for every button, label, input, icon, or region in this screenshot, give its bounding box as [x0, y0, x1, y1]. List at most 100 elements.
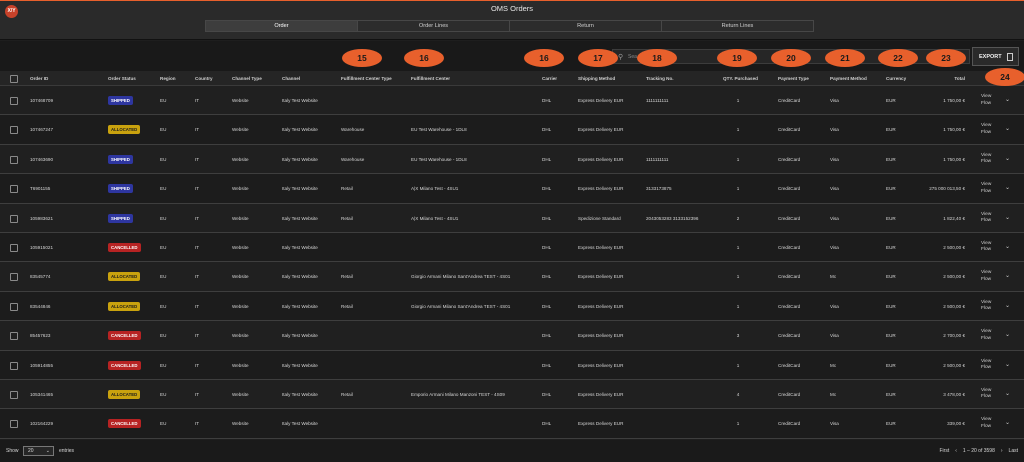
cell-payment-method: Visa — [830, 98, 839, 103]
status-badge: CANCELLED — [108, 242, 141, 252]
column-header-currency[interactable]: Currency — [886, 76, 906, 81]
column-header-country[interactable]: Country — [195, 76, 213, 81]
view-flow-link[interactable]: View Flow — [981, 359, 991, 372]
expand-chevron-icon[interactable]: ⌄ — [1005, 302, 1010, 309]
tab-return[interactable]: Return — [509, 20, 662, 32]
expand-chevron-icon[interactable]: ⌄ — [1005, 125, 1010, 132]
column-header-payment-method[interactable]: Payment Method — [830, 76, 867, 81]
table-row[interactable]: 105914855 CANCELLED EU IT Website Italy Test … — [0, 350, 1024, 380]
cell-country: IT — [195, 333, 200, 339]
cell-region: EU — [160, 421, 167, 427]
expand-chevron-icon[interactable]: ⌄ — [1005, 361, 1010, 368]
select-all-checkbox[interactable] — [10, 75, 18, 83]
view-flow-link[interactable]: View Flow — [981, 417, 991, 430]
expand-chevron-icon[interactable]: ⌄ — [1005, 390, 1010, 397]
column-header-carrier[interactable]: Carrier — [542, 76, 557, 81]
cell-region: EU — [160, 186, 167, 192]
column-header-fulfillment-center[interactable]: Fulfillment Center — [411, 76, 450, 81]
view-flow-link[interactable]: View Flow — [981, 270, 991, 283]
row-checkbox[interactable] — [10, 273, 18, 282]
view-flow-link[interactable]: View Flow — [981, 300, 991, 313]
next-page-icon[interactable]: › — [1001, 448, 1003, 454]
cell-currency: EUR — [886, 362, 896, 368]
row-checkbox[interactable] — [10, 390, 18, 399]
expand-chevron-icon[interactable]: ⌄ — [1005, 419, 1010, 426]
row-checkbox[interactable] — [10, 97, 18, 105]
column-header-channel[interactable]: Channel — [282, 76, 300, 81]
column-header-qty-purchased[interactable]: QTY. Purchased — [723, 76, 758, 81]
row-checkbox[interactable] — [10, 185, 18, 194]
table-row[interactable]: 105983621 SHIPPED EU IT Website Italy Test We… — [0, 203, 1024, 233]
table-row[interactable]: 107463690 SHIPPED EU IT Website Italy Test We… — [0, 144, 1024, 175]
last-page-link[interactable]: Last — [1009, 448, 1018, 454]
table-header: Order ID Order Status Region Country Channel… — [0, 71, 1024, 86]
cell-qty-purchased: 1 — [736, 186, 740, 192]
column-header-order-id[interactable]: Order ID — [30, 76, 48, 81]
cell-fulfillment-center-type: Retail — [341, 303, 353, 309]
table-row[interactable]: 105915021 CANCELLED EU IT Website Italy Test … — [0, 232, 1024, 263]
view-flow-link[interactable]: View Flow — [981, 123, 991, 136]
table-row[interactable]: T6901155 SHIPPED EU IT Website Italy Test Web… — [0, 174, 1024, 204]
table-row[interactable]: 102164229 CANCELLED EU IT Website Italy Test … — [0, 409, 1024, 439]
expand-chevron-icon[interactable]: ⌄ — [1005, 155, 1010, 162]
table-row[interactable]: 107468709 SHIPPED EU IT Website Italy Test We… — [0, 86, 1024, 116]
row-checkbox[interactable] — [10, 332, 18, 341]
export-button[interactable]: EXPORT — [972, 47, 1019, 66]
view-flow-link[interactable]: View Flow — [981, 94, 991, 107]
expand-chevron-icon[interactable]: ⌄ — [1005, 184, 1010, 191]
view-flow-link[interactable]: View Flow — [981, 153, 991, 166]
cell-shipping-method: Express Delivery EUR — [578, 98, 624, 103]
column-header-region[interactable]: Region — [160, 76, 176, 81]
tab-return-lines[interactable]: Return Lines — [661, 20, 814, 32]
expand-chevron-icon[interactable]: ⌄ — [1005, 96, 1010, 103]
tab-order[interactable]: Order — [205, 20, 358, 32]
column-header-channel-type[interactable]: Channel Type — [232, 76, 262, 81]
expand-chevron-icon[interactable]: ⌄ — [1005, 272, 1010, 279]
view-flow-link[interactable]: View Flow — [981, 329, 991, 342]
table-row[interactable]: 107467247 ALLOCATED EU IT Website Italy Test … — [0, 115, 1024, 145]
page-size-select[interactable]: 20 ⌄ — [23, 446, 54, 456]
cell-channel: Italy Test Website — [282, 215, 318, 221]
view-flow-link[interactable]: View Flow — [981, 212, 991, 225]
column-header-total[interactable]: Total — [905, 76, 965, 81]
annotation-marker: 15 — [342, 49, 382, 67]
cell-payment-type: CreditCard — [778, 186, 801, 192]
cell-qty-purchased: 1 — [736, 362, 740, 368]
cell-channel-type: Website — [232, 156, 249, 162]
cell-qty-purchased: 1 — [736, 244, 740, 250]
cell-qty-purchased: 1 — [736, 127, 740, 133]
column-header-tracking-no[interactable]: Tracking No. — [646, 76, 674, 81]
row-checkbox[interactable] — [10, 420, 18, 429]
view-flow-link[interactable]: View Flow — [981, 241, 991, 254]
cell-region: EU — [160, 127, 167, 133]
cell-channel-type: Website — [232, 421, 249, 427]
view-flow-link[interactable]: View Flow — [981, 388, 991, 401]
view-flow-link[interactable]: View Flow — [981, 182, 991, 195]
column-header-order-status[interactable]: Order Status — [108, 76, 136, 81]
cell-channel-type: Website — [232, 333, 249, 339]
cell-region: EU — [160, 244, 167, 250]
expand-chevron-icon[interactable]: ⌄ — [1005, 214, 1010, 221]
row-checkbox[interactable] — [10, 126, 18, 135]
expand-chevron-icon[interactable]: ⌄ — [1005, 243, 1010, 250]
column-header-shipping-method[interactable]: Shipping Method — [578, 76, 615, 81]
row-checkbox[interactable] — [10, 302, 18, 311]
prev-page-icon[interactable]: ‹ — [955, 448, 957, 454]
cell-fulfillment-center-type: Retail — [341, 391, 353, 397]
expand-chevron-icon[interactable]: ⌄ — [1005, 331, 1010, 338]
first-page-link[interactable]: First — [939, 448, 949, 454]
table-row[interactable]: 83544846 ALLOCATED EU IT Website Italy Test W… — [0, 291, 1024, 322]
row-checkbox[interactable] — [10, 361, 18, 370]
table-row[interactable]: 105341465 ALLOCATED EU IT Website Italy Test … — [0, 379, 1024, 410]
flow-label: Flow — [981, 306, 992, 312]
row-checkbox[interactable] — [10, 155, 18, 164]
column-header-payment-type[interactable]: Payment Type — [778, 76, 809, 81]
table-row[interactable]: 83545774 ALLOCATED EU IT Website Italy Test W… — [0, 262, 1024, 292]
row-checkbox[interactable] — [10, 214, 18, 223]
column-header-fulfillment-center-type[interactable]: Fulfillment Center Type — [341, 76, 392, 81]
tab-order-lines[interactable]: Order Lines — [357, 20, 510, 32]
cell-carrier: DHL — [542, 186, 552, 192]
page-size-value: 20 — [28, 448, 34, 454]
table-row[interactable]: 85457623 CANCELLED EU IT Website Italy Test W… — [0, 321, 1024, 351]
row-checkbox[interactable] — [10, 243, 18, 252]
